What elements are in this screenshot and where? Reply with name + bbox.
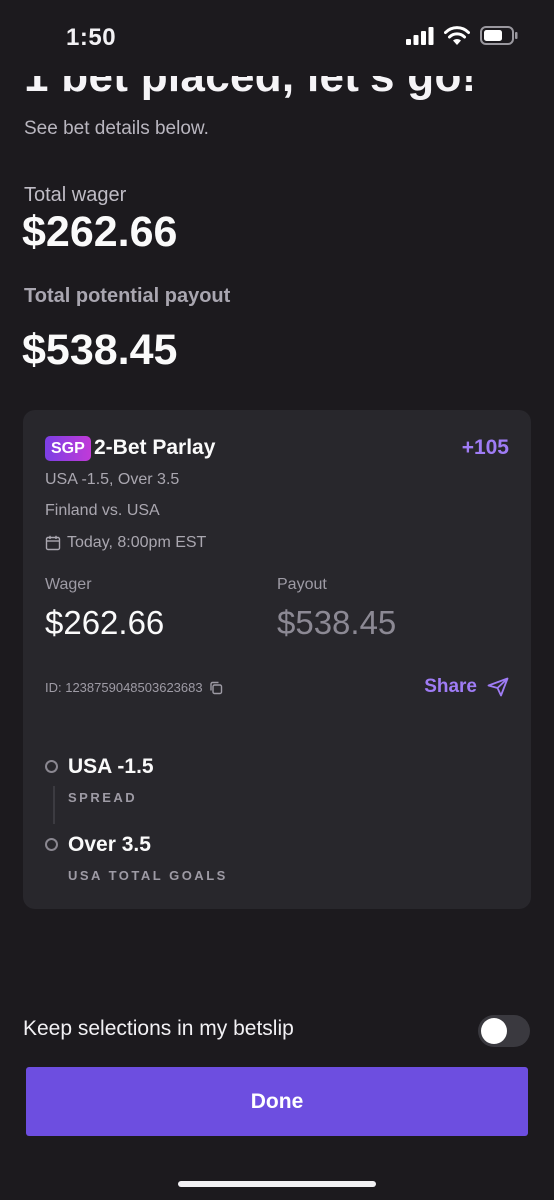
total-payout-label: Total potential payout [24,285,231,307]
event-datetime: Today, 8:00pm EST [45,534,206,552]
leg-type: USA TOTAL GOALS [68,868,228,883]
leg-status-icon [45,760,58,773]
wager-label: Wager [45,576,92,593]
share-label: Share [424,676,477,697]
leg-name: Over 3.5 [68,833,151,856]
keep-selections-label: Keep selections in my betslip [23,1017,294,1040]
battery-icon [480,26,518,45]
matchup: Finland vs. USA [45,502,160,519]
keep-selections-toggle[interactable] [478,1015,530,1047]
bet-title: 2-Bet Parlay [94,436,216,459]
leg-connector [53,786,55,824]
status-bar: 1:50 [0,0,554,76]
sgp-badge: SGP [45,436,91,461]
copy-icon[interactable] [209,681,223,695]
bet-id: ID: 1238759048503623683 [45,680,203,695]
wifi-icon [444,26,470,45]
leg-status-icon [45,838,58,851]
bet-odds: +105 [461,436,509,459]
total-payout-value: $538.45 [22,326,178,374]
cellular-signal-icon [406,26,434,45]
status-icons [406,26,518,45]
home-indicator [178,1181,376,1187]
send-icon [487,677,509,697]
legs-summary: USA -1.5, Over 3.5 [45,471,180,488]
payout-label: Payout [277,576,327,593]
payout-value: $538.45 [277,604,397,641]
event-datetime-text: Today, 8:00pm EST [67,534,207,551]
calendar-icon [45,535,61,551]
share-button[interactable]: Share [424,676,509,698]
done-button[interactable]: Done [26,1067,528,1136]
status-time: 1:50 [66,24,117,51]
total-wager-value: $262.66 [22,208,178,256]
leg-name: USA -1.5 [68,755,154,778]
toggle-knob [481,1018,507,1044]
page-subtitle: See bet details below. [24,118,209,139]
total-wager-label: Total wager [24,184,127,206]
bet-id-row: ID: 1238759048503623683 [45,680,223,695]
leg-type: SPREAD [68,790,138,805]
bet-card: SGP 2-Bet Parlay +105 USA -1.5, Over 3.5… [23,410,531,909]
wager-value: $262.66 [45,604,165,641]
